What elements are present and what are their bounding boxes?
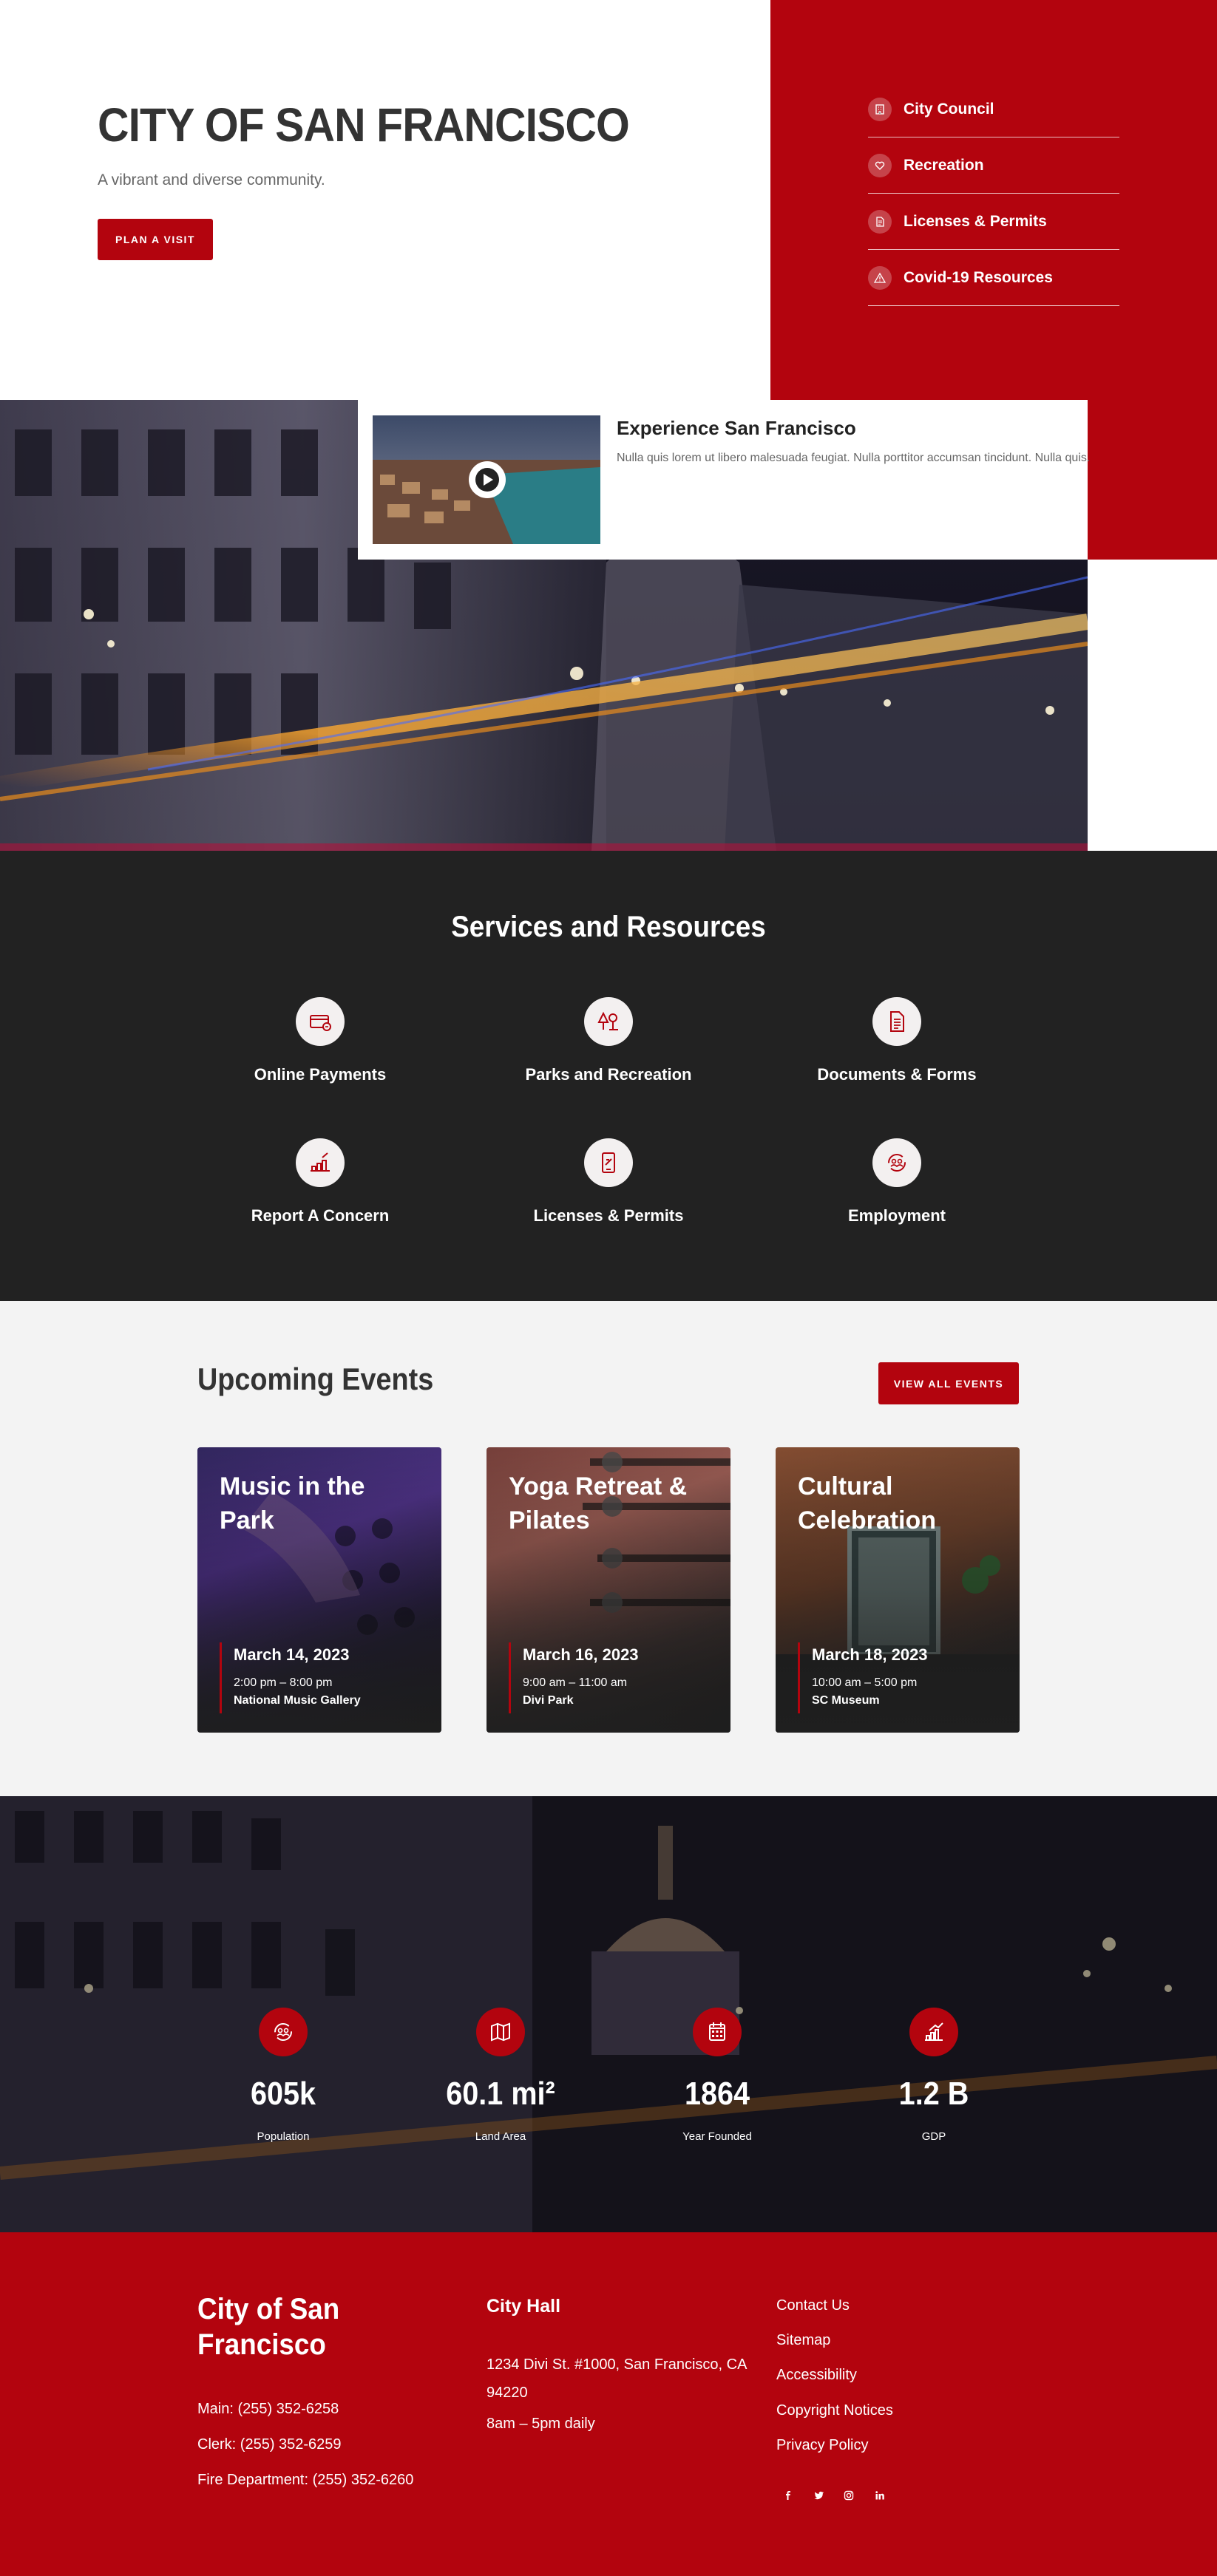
- stat-value: 1.2 B: [898, 2076, 969, 2112]
- stat-year-founded: 1864 Year Founded: [628, 2008, 806, 2143]
- credit-card-icon: [296, 997, 345, 1046]
- event-title: Music in the Park: [220, 1472, 365, 1535]
- footer-fire-phone[interactable]: Fire Department: (255) 352-6260: [197, 2472, 413, 2489]
- event-title: Cultural Celebration: [798, 1472, 937, 1535]
- footer-city-name: City of San Francisco: [197, 2293, 340, 2361]
- quick-link-label: Licenses & Permits: [904, 212, 1047, 230]
- event-time: 10:00 am – 5:00 pm: [812, 1676, 918, 1689]
- event-details: March 16, 2023 9:00 am – 11:00 am Divi P…: [509, 1642, 639, 1713]
- permit-icon: [584, 1138, 633, 1187]
- facebook-icon[interactable]: [779, 2487, 797, 2504]
- view-all-events-button[interactable]: VIEW ALL EVENTS: [878, 1362, 1019, 1404]
- stat-population: 605k Population: [194, 2008, 372, 2143]
- stat-gdp: 1.2 B GDP: [845, 2008, 1023, 2143]
- quick-link-recreation[interactable]: Recreation: [868, 137, 1119, 194]
- service-online-payments[interactable]: Online Payments: [180, 997, 461, 1084]
- chart-hand-icon: [909, 2008, 958, 2056]
- stat-label: Land Area: [475, 2130, 526, 2143]
- event-date: March 16, 2023: [523, 1645, 639, 1664]
- event-place: National Music Gallery: [234, 1694, 361, 1707]
- service-label: Documents & Forms: [817, 1065, 977, 1084]
- warning-icon: [868, 265, 892, 290]
- calendar-icon: [693, 2008, 742, 2056]
- footer-link-copyright[interactable]: Copyright Notices: [776, 2402, 893, 2419]
- event-place: Divi Park: [523, 1694, 574, 1707]
- stat-label: GDP: [921, 2130, 946, 2143]
- linkedin-icon[interactable]: [871, 2487, 889, 2504]
- events-title: Upcoming Events: [197, 1362, 434, 1396]
- service-report-concern[interactable]: Report A Concern: [180, 1138, 461, 1226]
- stat-land-area: 60.1 mi² Land Area: [412, 2008, 589, 2143]
- footer-link-privacy[interactable]: Privacy Policy: [776, 2437, 868, 2454]
- event-title: Yoga Retreat & Pilates: [509, 1472, 688, 1535]
- service-licenses-permits[interactable]: Licenses & Permits: [468, 1138, 749, 1226]
- quick-link-licenses-permits[interactable]: Licenses & Permits: [868, 194, 1119, 250]
- quick-link-label: Recreation: [904, 156, 984, 174]
- event-time: 2:00 pm – 8:00 pm: [234, 1676, 333, 1689]
- building-icon: [868, 97, 892, 121]
- service-parks-recreation[interactable]: Parks and Recreation: [468, 997, 749, 1084]
- heart-icon: [868, 153, 892, 177]
- quick-link-covid-resources[interactable]: Covid-19 Resources: [868, 250, 1119, 306]
- event-card-music-in-the-park[interactable]: Music in the Park March 14, 2023 2:00 pm…: [197, 1447, 441, 1733]
- map-icon: [476, 2008, 525, 2056]
- footer-main-phone[interactable]: Main: (255) 352-6258: [197, 2401, 339, 2418]
- plan-a-visit-button[interactable]: PLAN A VISIT: [98, 219, 213, 260]
- stat-label: Year Founded: [682, 2130, 752, 2143]
- event-time: 9:00 am – 11:00 am: [523, 1676, 628, 1689]
- instagram-icon[interactable]: [840, 2487, 858, 2504]
- stat-label: Population: [257, 2130, 310, 2143]
- service-label: Parks and Recreation: [525, 1065, 692, 1084]
- play-icon[interactable]: [469, 461, 506, 498]
- people-cycle-icon: [259, 2008, 308, 2056]
- page-title: CITY OF SAN FRANCISCO: [98, 98, 630, 152]
- footer-link-contact-us[interactable]: Contact Us: [776, 2297, 850, 2314]
- footer-link-sitemap[interactable]: Sitemap: [776, 2332, 830, 2349]
- service-label: Employment: [847, 1206, 946, 1225]
- video-description: Nulla quis lorem ut libero malesuada feu…: [617, 452, 1091, 464]
- service-label: Licenses & Permits: [533, 1206, 684, 1225]
- stat-value: 60.1 mi²: [446, 2076, 555, 2112]
- footer-clerk-phone[interactable]: Clerk: (255) 352-6259: [197, 2436, 342, 2453]
- document-icon: [872, 997, 921, 1046]
- quick-link-label: City Council: [904, 100, 994, 118]
- stat-value: 1864: [684, 2076, 750, 2112]
- footer-link-accessibility[interactable]: Accessibility: [776, 2367, 857, 2384]
- service-documents-forms[interactable]: Documents & Forms: [756, 997, 1037, 1084]
- chart-hand-icon: [296, 1138, 345, 1187]
- quick-link-label: Covid-19 Resources: [904, 268, 1053, 286]
- quick-link-city-council[interactable]: City Council: [868, 81, 1119, 137]
- event-details: March 14, 2023 2:00 pm – 8:00 pm Nationa…: [220, 1642, 361, 1713]
- event-card-yoga-retreat[interactable]: Yoga Retreat & Pilates March 16, 2023 9:…: [487, 1447, 730, 1733]
- event-date: March 14, 2023: [234, 1645, 350, 1664]
- event-date: March 18, 2023: [812, 1645, 928, 1664]
- service-label: Online Payments: [254, 1065, 387, 1084]
- services-title: Services and Resources: [451, 911, 766, 943]
- footer-city-hall-title: City Hall: [487, 2296, 561, 2317]
- footer-hours: 8am – 5pm daily: [487, 2416, 595, 2432]
- event-details: March 18, 2023 10:00 am – 5:00 pm SC Mus…: [798, 1642, 928, 1713]
- service-employment[interactable]: Employment: [756, 1138, 1037, 1226]
- service-label: Report A Concern: [251, 1206, 390, 1225]
- hero-section: [0, 0, 770, 400]
- video-title: Experience San Francisco: [617, 417, 856, 439]
- city-stats-section: [0, 1796, 1217, 2232]
- hero-subtitle: A vibrant and diverse community.: [98, 171, 325, 188]
- twitter-icon[interactable]: [810, 2487, 828, 2504]
- document-icon: [868, 209, 892, 234]
- people-cycle-icon: [872, 1138, 921, 1187]
- event-place: SC Museum: [812, 1694, 880, 1707]
- stat-value: 605k: [250, 2076, 316, 2112]
- footer-address: 1234 Divi St. #1000, San Francisco, CA 9…: [487, 2356, 747, 2401]
- tree-icon: [584, 997, 633, 1046]
- event-card-cultural-celebration[interactable]: Cultural Celebration March 18, 2023 10:0…: [776, 1447, 1020, 1733]
